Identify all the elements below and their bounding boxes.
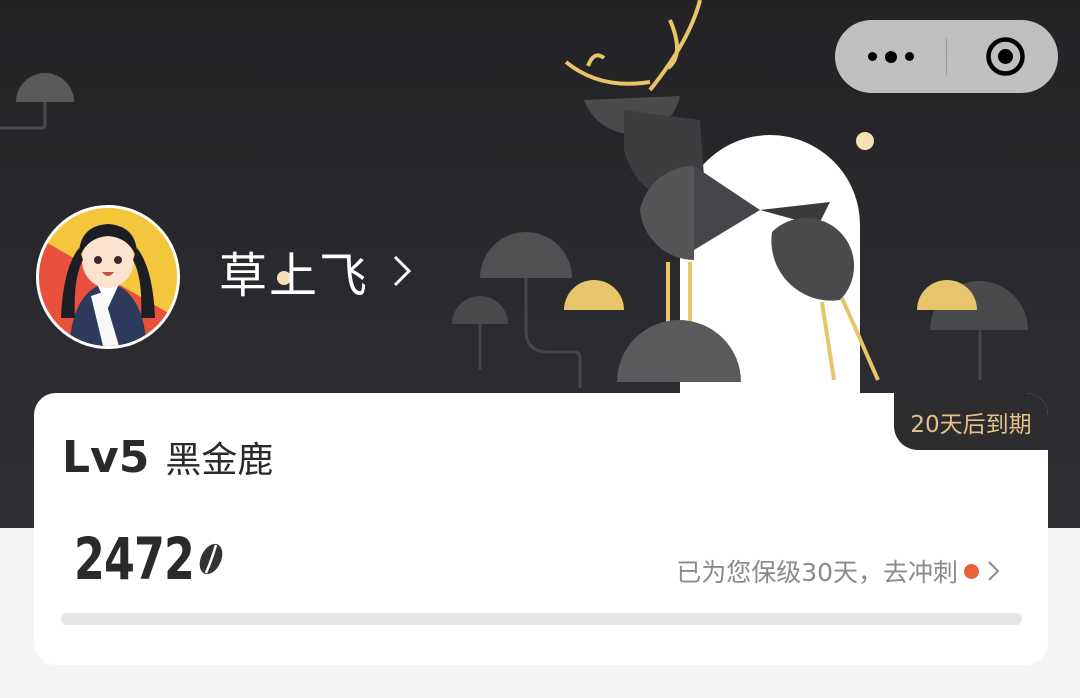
more-dot bbox=[884, 50, 897, 63]
keep-level-link[interactable]: 已为您保级30天，去冲刺 bbox=[676, 553, 1000, 589]
avatar[interactable] bbox=[36, 205, 180, 349]
membership-card: 20天后到期 Lv5 黑金鹿 2472 已为您保级30天，去冲刺 bbox=[34, 393, 1048, 665]
expire-badge: 20天后到期 bbox=[894, 393, 1048, 450]
keep-level-text: 已为您保级30天，去冲刺 bbox=[676, 558, 958, 587]
capsule-divider bbox=[946, 38, 947, 75]
target-icon[interactable] bbox=[985, 36, 1026, 77]
level-progress-bar bbox=[61, 613, 1022, 625]
username-link[interactable]: 草上飞 bbox=[219, 240, 413, 304]
chevron-right-icon bbox=[988, 561, 1000, 581]
points-value: 2472 bbox=[74, 525, 195, 593]
coffee-bean-icon bbox=[199, 543, 223, 575]
mini-program-capsule bbox=[835, 20, 1058, 93]
notification-dot bbox=[964, 563, 979, 579]
anime-avatar-icon bbox=[39, 208, 177, 346]
chevron-right-icon bbox=[393, 255, 412, 287]
more-dot bbox=[867, 52, 877, 61]
level-name: 黑金鹿 bbox=[165, 440, 274, 481]
points-balance: 2472 bbox=[74, 525, 224, 593]
more-dot bbox=[904, 52, 914, 61]
more-button[interactable] bbox=[835, 20, 946, 93]
level-info: Lv5 黑金鹿 bbox=[62, 431, 273, 483]
level-code: Lv5 bbox=[62, 432, 150, 483]
username: 草上飞 bbox=[219, 248, 370, 304]
